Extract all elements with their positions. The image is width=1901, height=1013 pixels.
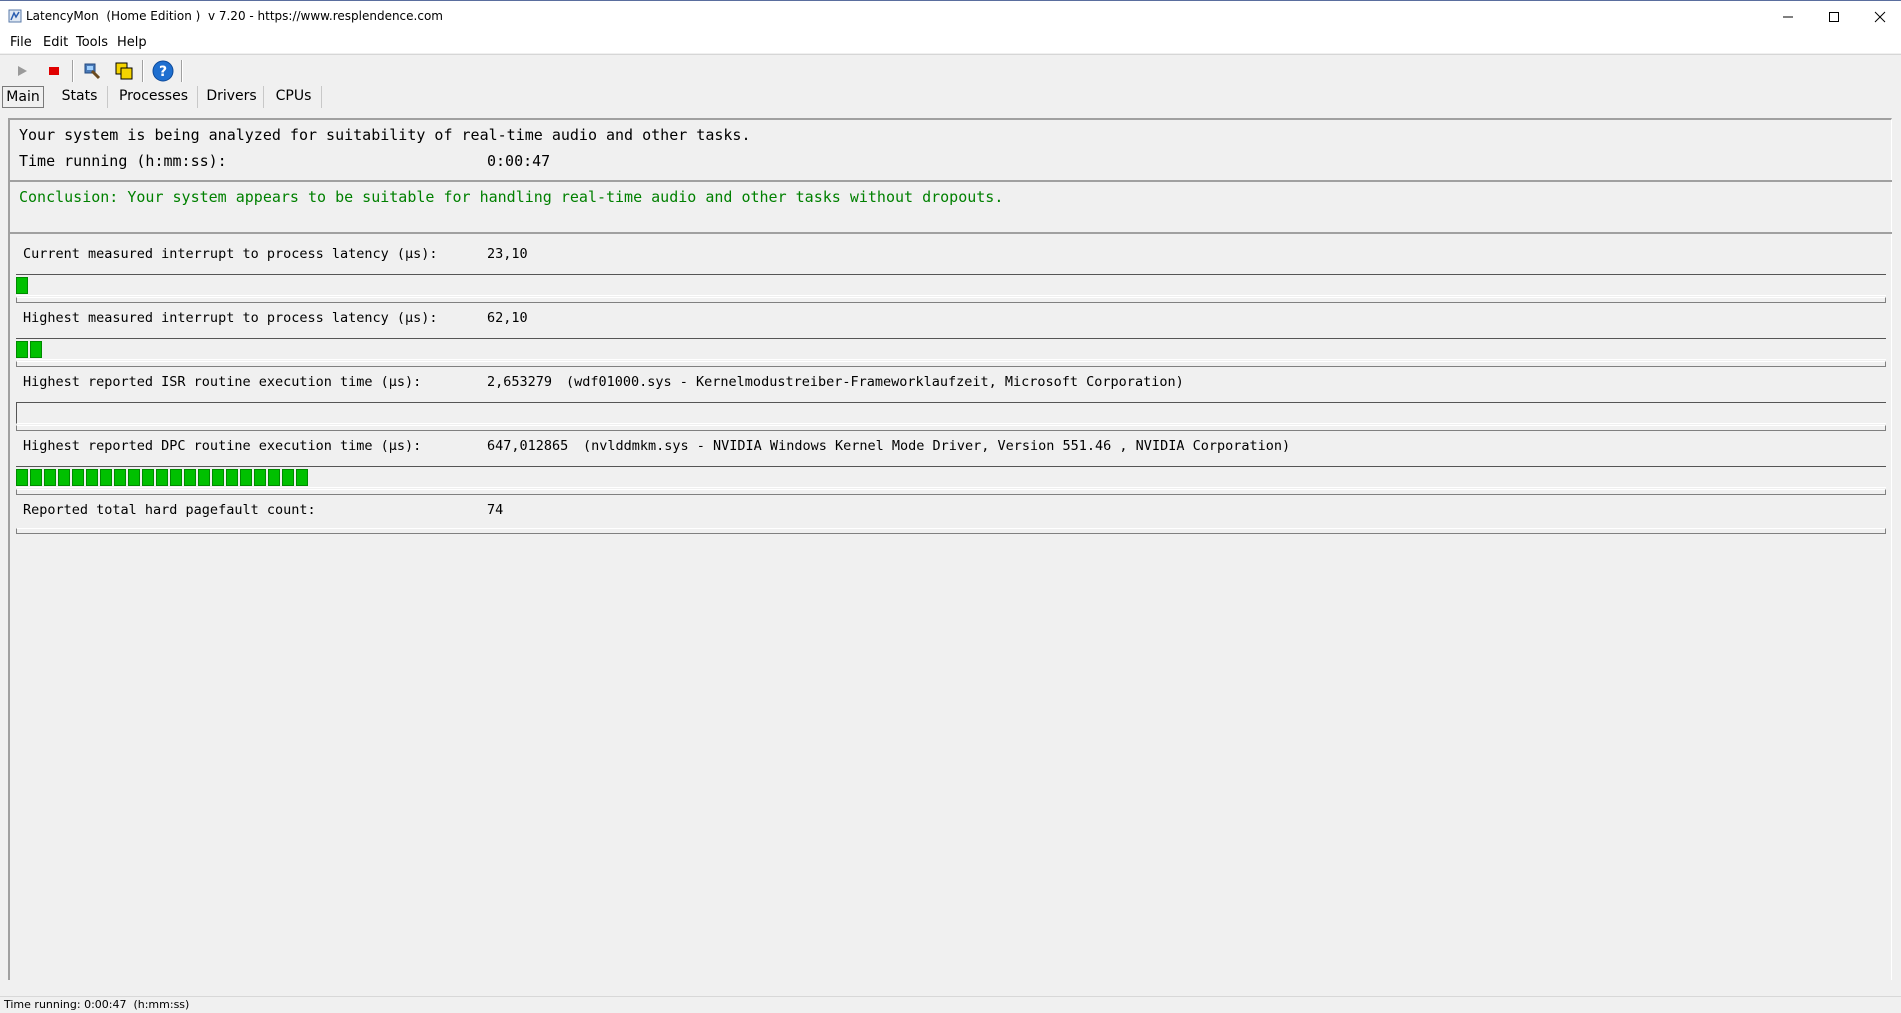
dpc-time-value: 647,012865	[487, 438, 569, 454]
bar-divider	[16, 361, 1886, 367]
bar-divider	[16, 425, 1886, 431]
analysis-text: Your system is being analyzed for suitab…	[19, 126, 751, 144]
drivers-icon	[84, 63, 101, 80]
title-bar: LatencyMon (Home Edition ) v 7.20 - http…	[0, 0, 1901, 32]
current-latency-label: Current measured interrupt to process la…	[23, 246, 438, 262]
tab-processes[interactable]: Processes	[110, 86, 198, 108]
start-button[interactable]	[10, 59, 34, 83]
time-running-label: Time running (h:mm:ss):	[19, 152, 227, 170]
bar-segment	[128, 469, 140, 486]
bar-segment	[30, 469, 42, 486]
drivers-button[interactable]	[80, 59, 104, 83]
stop-button[interactable]	[42, 59, 66, 83]
bar-segment	[30, 341, 42, 358]
menu-tools[interactable]: Tools	[76, 35, 108, 50]
bar-segment	[254, 469, 266, 486]
svg-text:?: ?	[159, 64, 167, 80]
app-window: LatencyMon (Home Edition ) v 7.20 - http…	[0, 0, 1901, 1013]
play-icon	[18, 66, 27, 76]
isr-time-value: 2,653279	[487, 374, 553, 390]
help-icon: ?	[152, 60, 174, 82]
bar-segment	[240, 469, 252, 486]
bar-segment	[72, 469, 84, 486]
menu-file[interactable]: File	[10, 35, 32, 50]
bar-segment	[212, 469, 224, 486]
highest-latency-label: Highest measured interrupt to process la…	[23, 310, 438, 326]
toolbar-separator	[181, 60, 183, 82]
close-button[interactable]	[1857, 1, 1901, 33]
toolbar-separator	[72, 60, 74, 82]
bar-segment	[170, 469, 182, 486]
latencymon-app-icon	[8, 9, 22, 23]
bar-segment	[16, 341, 28, 358]
bar-segment	[156, 469, 168, 486]
bar-segment	[282, 469, 294, 486]
bar-segment	[58, 469, 70, 486]
help-button[interactable]: ?	[151, 59, 175, 83]
bar-segment	[142, 469, 154, 486]
bar-segment	[86, 469, 98, 486]
tab-stats[interactable]: Stats	[52, 86, 108, 108]
status-bar: Time running: 0:00:47 (h:mm:ss)	[0, 996, 1901, 1013]
current-latency-bar	[16, 274, 1886, 296]
bar-segment	[100, 469, 112, 486]
time-running-value: 0:00:47	[487, 152, 551, 170]
tab-main[interactable]: Main	[2, 86, 44, 108]
main-panel: Your system is being analyzed for suitab…	[8, 118, 1892, 980]
bar-segment	[44, 469, 56, 486]
bar-divider	[16, 528, 1886, 534]
processes-button[interactable]	[112, 59, 136, 83]
highest-latency-value: 62,10	[487, 310, 528, 326]
status-text: Time running: 0:00:47 (h:mm:ss)	[4, 998, 190, 1011]
close-icon	[1874, 11, 1886, 23]
pagefault-value: 74	[487, 502, 504, 518]
bar-segment	[198, 469, 210, 486]
isr-time-bar	[16, 402, 1886, 424]
menu-help[interactable]: Help	[117, 35, 147, 50]
dpc-time-bar	[16, 466, 1886, 488]
menu-bar: File Edit Tools Help	[0, 32, 1901, 53]
bar-divider	[16, 297, 1886, 303]
bar-segment	[184, 469, 196, 486]
window-title: LatencyMon (Home Edition ) v 7.20 - http…	[26, 9, 443, 23]
pagefault-label: Reported total hard pagefault count:	[23, 502, 316, 518]
bar-segment	[16, 277, 28, 294]
current-latency-value: 23,10	[487, 246, 528, 262]
bar-divider	[16, 489, 1886, 495]
bar-segment	[296, 469, 308, 486]
conclusion-section: Conclusion: Your system appears to be su…	[10, 182, 1892, 234]
maximize-button[interactable]	[1811, 1, 1857, 33]
dpc-time-label: Highest reported DPC routine execution t…	[23, 438, 422, 454]
bar-segment	[226, 469, 238, 486]
maximize-icon	[1829, 12, 1839, 22]
analysis-section: Your system is being analyzed for suitab…	[10, 120, 1892, 182]
minimize-button[interactable]	[1765, 1, 1811, 33]
menu-edit[interactable]: Edit	[43, 35, 68, 50]
tab-drivers[interactable]: Drivers	[200, 86, 264, 108]
bar-segment	[268, 469, 280, 486]
conclusion-text: Conclusion: Your system appears to be su…	[19, 188, 1004, 206]
toolbar-separator	[142, 60, 144, 82]
isr-time-label: Highest reported ISR routine execution t…	[23, 374, 422, 390]
bar-segment	[114, 469, 126, 486]
minimize-icon	[1783, 16, 1793, 18]
dpc-driver-detail: (nvlddmkm.sys - NVIDIA Windows Kernel Mo…	[583, 438, 1291, 454]
toolbar: ?	[0, 54, 1901, 87]
highest-latency-bar	[16, 338, 1886, 360]
bar-segment	[16, 469, 28, 486]
tab-cpus[interactable]: CPUs	[266, 86, 322, 108]
stop-icon	[49, 67, 59, 75]
isr-driver-detail: (wdf01000.sys - Kernelmodustreiber-Frame…	[566, 374, 1184, 390]
processes-icon	[115, 62, 133, 80]
tab-strip: Main Stats Processes Drivers CPUs	[0, 86, 1901, 110]
